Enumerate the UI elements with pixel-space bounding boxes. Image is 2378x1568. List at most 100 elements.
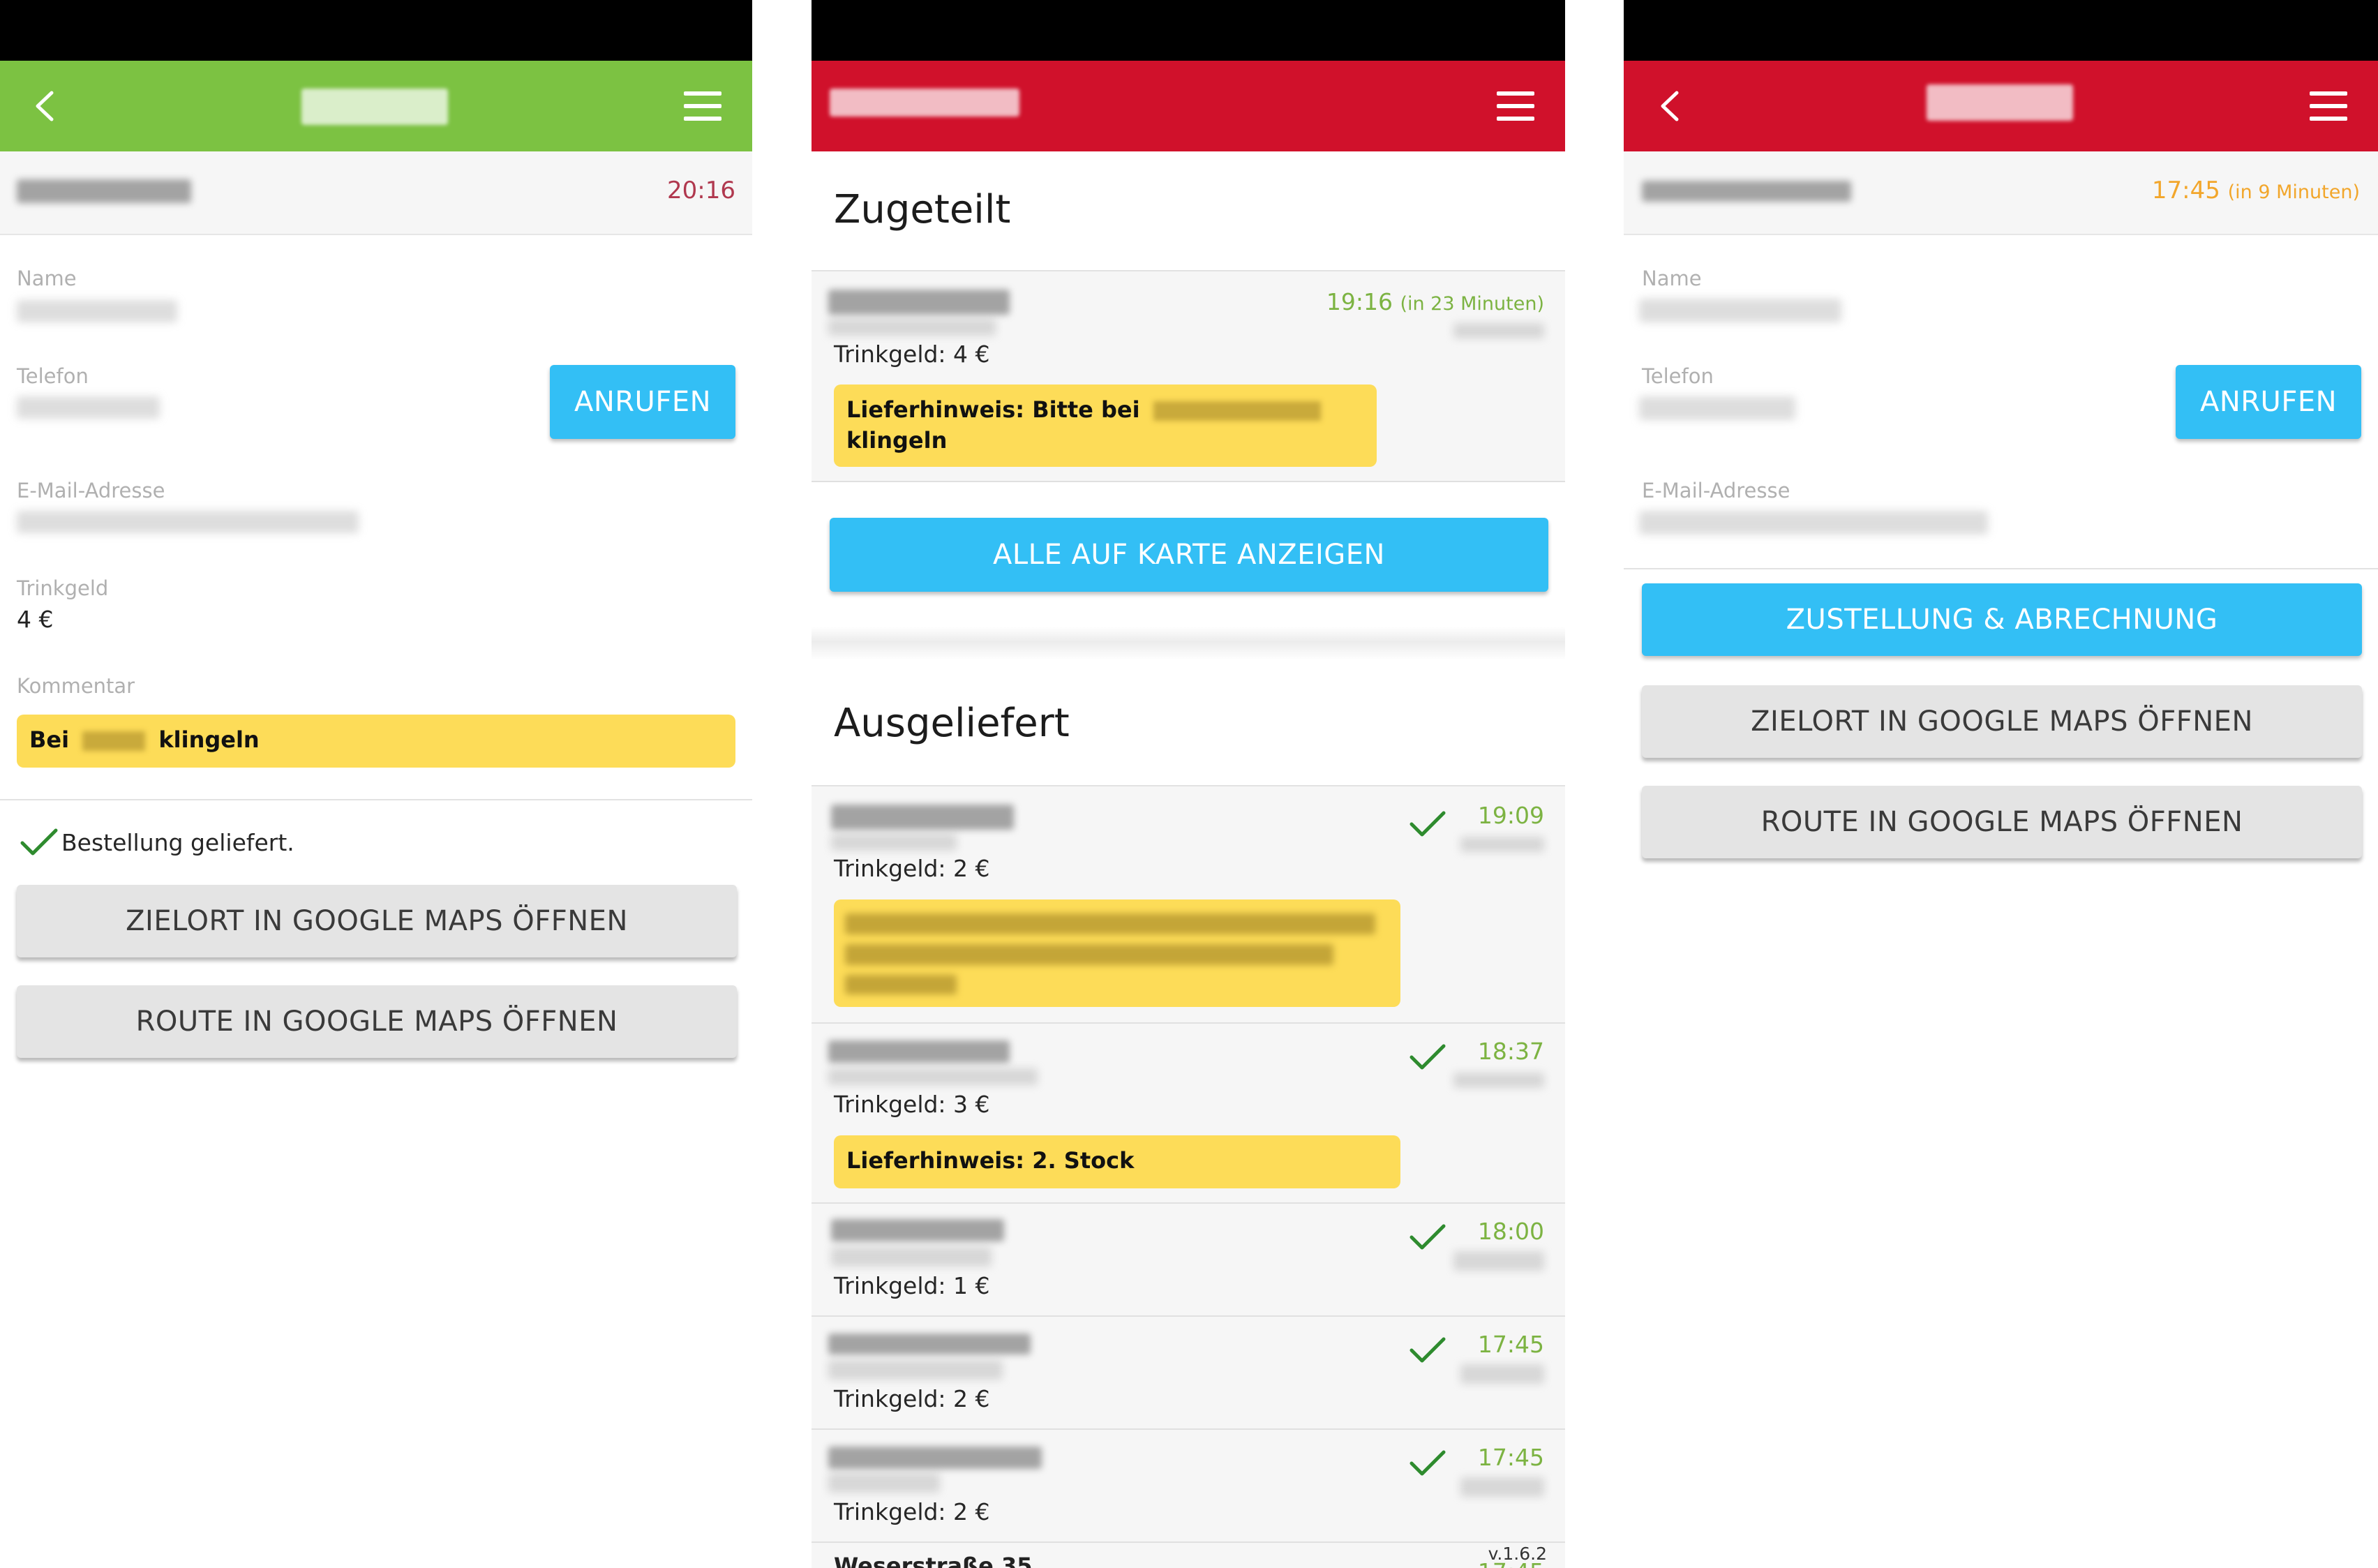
phone-label: Telefon	[17, 364, 89, 388]
order-time: 18:37	[1477, 1038, 1544, 1065]
comment-note: Bei klingeln	[17, 715, 735, 768]
delivered-check-icon	[1409, 1450, 1446, 1476]
delivered-check-icon	[20, 828, 58, 856]
delivery-note: Lieferhinweis: Bitte bei klingeln	[834, 384, 1377, 467]
order-id-redacted	[1453, 1251, 1544, 1271]
open-destination-in-maps-button[interactable]: ZIELORT IN GOOGLE MAPS ÖFFNEN	[17, 885, 737, 957]
order-time: 19:09	[1477, 802, 1544, 829]
back-arrow-icon[interactable]	[28, 89, 63, 124]
status-bar	[0, 0, 752, 61]
order-id-redacted	[1453, 323, 1544, 338]
app-bar-title-redacted	[830, 89, 1019, 117]
app-bar	[1624, 61, 2378, 151]
delivered-check-icon	[1409, 1224, 1446, 1250]
comment-name-redacted	[82, 731, 146, 751]
show-all-on-map-button[interactable]: ALLE AUF KARTE ANZEIGEN	[830, 518, 1548, 592]
delivery-note-redacted	[845, 975, 957, 994]
section-separator	[812, 627, 1565, 660]
delivered-check-icon	[1409, 1337, 1446, 1363]
name-label: Name	[1642, 267, 1702, 290]
order-tip: Trinkgeld: 4 €	[834, 341, 990, 368]
phone-value-redacted	[17, 396, 160, 419]
assigned-section-title: Zugeteilt	[834, 187, 1011, 232]
delivered-check-icon	[1409, 1044, 1446, 1070]
address-redacted	[1642, 181, 1851, 202]
app-version: v.1.6.2	[1488, 1544, 1547, 1564]
call-button[interactable]: ANRUFEN	[2176, 365, 2361, 439]
order-tip: Trinkgeld: 1 €	[834, 1272, 990, 1299]
order-time-value: 17:45	[2151, 177, 2220, 204]
comment-label: Kommentar	[17, 674, 135, 698]
hamburger-menu-icon[interactable]	[1497, 90, 1534, 122]
open-route-in-maps-button[interactable]: ROUTE IN GOOGLE MAPS ÖFFNEN	[17, 985, 737, 1058]
order-id-redacted	[1460, 1364, 1544, 1384]
comment-prefix: Bei	[29, 726, 70, 753]
name-label: Name	[17, 267, 77, 290]
order-eta: (in 23 Minuten)	[1400, 293, 1544, 315]
order-tip: Trinkgeld: 2 €	[834, 1385, 990, 1412]
back-arrow-icon[interactable]	[1653, 89, 1688, 124]
divider	[0, 799, 752, 800]
app-bar	[0, 61, 752, 151]
delivered-order-card[interactable]: 18:00 Trinkgeld: 1 €	[812, 1204, 1565, 1317]
divider	[1624, 568, 2378, 569]
comment-suffix: klingeln	[158, 726, 260, 753]
call-button[interactable]: ANRUFEN	[550, 365, 735, 439]
order-detail-screen-delivered: 20:16 Name Telefon ANRUFEN E-Mail-Adress…	[0, 0, 752, 1568]
address-redacted	[828, 1040, 1010, 1063]
address-redacted	[17, 179, 191, 203]
delivered-order-card[interactable]: 19:09 Trinkgeld: 2 €	[812, 786, 1565, 1024]
status-bar	[1624, 0, 2378, 61]
delivery-note-redacted	[845, 913, 1375, 934]
order-time: 18:00	[1477, 1218, 1544, 1245]
delivered-status-text: Bestellung geliefert.	[61, 829, 294, 856]
order-detail-screen-open: 17:45 (in 9 Minuten) Name Telefon ANRUFE…	[1624, 0, 2378, 1568]
order-id-redacted	[1460, 837, 1544, 852]
assigned-order-card[interactable]: 19:16 (in 23 Minuten) Trinkgeld: 4 € Lie…	[812, 271, 1565, 482]
order-tip: Trinkgeld: 2 €	[834, 1498, 990, 1525]
hamburger-menu-icon[interactable]	[2310, 90, 2347, 122]
district-redacted	[828, 1473, 940, 1493]
district-redacted	[828, 319, 996, 336]
tip-label: Trinkgeld	[17, 576, 109, 600]
delivered-order-card[interactable]: 17:45 Trinkgeld: 2 €	[812, 1317, 1565, 1430]
order-header: 17:45 (in 9 Minuten)	[1624, 151, 2378, 235]
delivery-note-prefix: Lieferhinweis: Bitte bei	[846, 396, 1140, 423]
delivery-note-suffix: klingeln	[846, 427, 948, 454]
tip-value: 4 €	[17, 606, 54, 633]
order-id-redacted	[1460, 1477, 1544, 1497]
delivered-order-card[interactable]: 18:37 Trinkgeld: 3 € Lieferhinweis: 2. S…	[812, 1024, 1565, 1204]
open-destination-in-maps-button[interactable]: ZIELORT IN GOOGLE MAPS ÖFFNEN	[1642, 685, 2362, 758]
delivery-note	[834, 899, 1400, 1007]
order-time: 19:16 (in 23 Minuten)	[1326, 288, 1544, 315]
app-bar-title-redacted	[1927, 84, 2073, 121]
delivered-order-card[interactable]: 17:45 Trinkgeld: 2 €	[812, 1430, 1565, 1543]
order-tip: Trinkgeld: 3 €	[834, 1091, 990, 1118]
app-bar	[812, 61, 1565, 151]
order-time-value: 19:16	[1326, 288, 1393, 315]
order-list-screen: Zugeteilt 19:16 (in 23 Minuten) Trinkgel…	[812, 0, 1565, 1568]
delivery-billing-button[interactable]: ZUSTELLUNG & ABRECHNUNG	[1642, 583, 2362, 656]
order-tip: Trinkgeld: 2 €	[834, 855, 990, 882]
phone-label: Telefon	[1642, 364, 1714, 388]
email-value-redacted	[1639, 511, 1988, 535]
order-header: 20:16	[0, 151, 752, 235]
district-redacted	[831, 1247, 992, 1267]
order-time: 17:45	[1477, 1444, 1544, 1471]
district-redacted	[828, 1068, 1038, 1085]
delivered-section-title: Ausgeliefert	[834, 701, 1070, 746]
delivery-note-redacted	[845, 944, 1333, 965]
order-time: 20:16	[667, 177, 735, 204]
address-redacted	[831, 1219, 1004, 1241]
email-label: E-Mail-Adresse	[1642, 479, 1790, 502]
open-route-in-maps-button[interactable]: ROUTE IN GOOGLE MAPS ÖFFNEN	[1642, 786, 2362, 858]
email-label: E-Mail-Adresse	[17, 479, 165, 502]
hamburger-menu-icon[interactable]	[684, 90, 721, 122]
delivery-note-redacted	[1153, 401, 1321, 421]
district-redacted	[831, 834, 957, 851]
order-street-partial: Weserstraße 35	[834, 1553, 1033, 1568]
address-redacted	[828, 290, 1010, 315]
delivered-order-card-partial[interactable]: Weserstraße 35 17:45	[812, 1543, 1565, 1568]
status-bar	[812, 0, 1565, 61]
delivery-note: Lieferhinweis: 2. Stock	[834, 1135, 1400, 1188]
